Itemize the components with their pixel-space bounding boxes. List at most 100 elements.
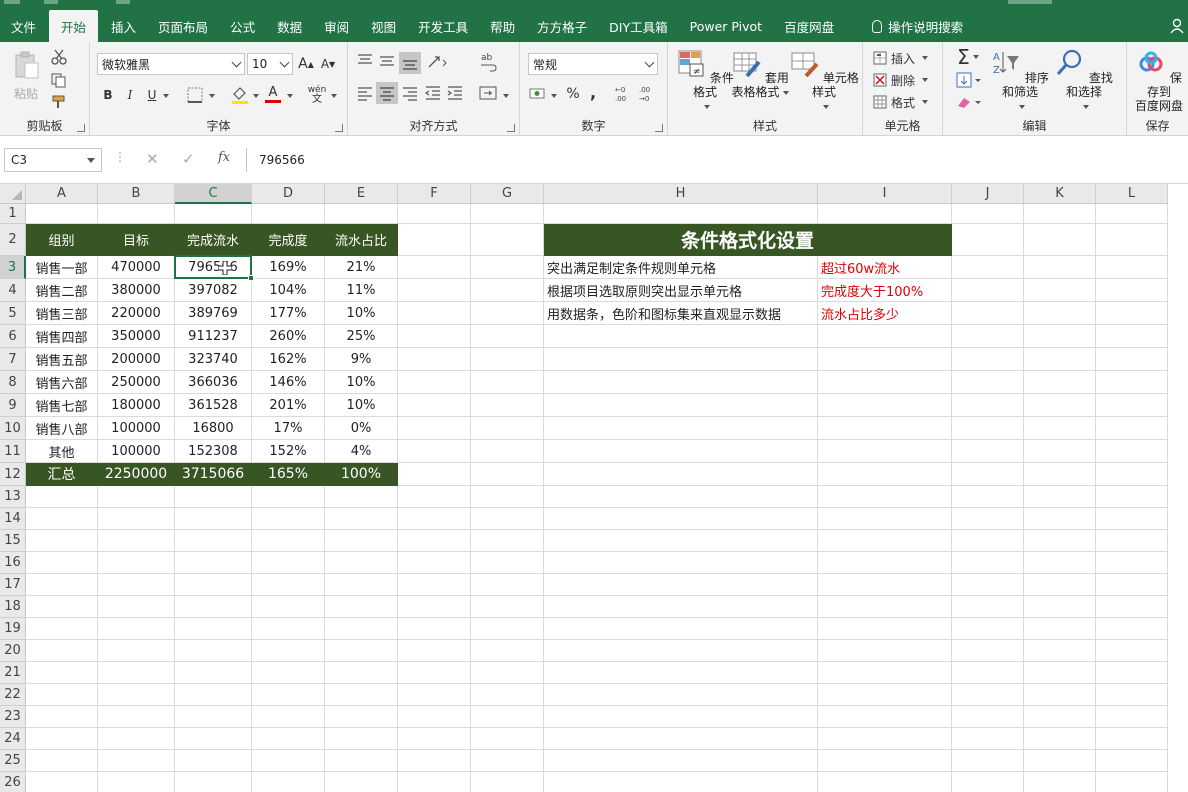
cell[interactable] [952,618,1024,640]
cell[interactable] [818,552,952,574]
tab-1[interactable]: 开始 [49,10,99,42]
table-data-cell[interactable]: 152% [252,440,325,463]
cell[interactable] [1096,463,1168,486]
row-header[interactable]: 17 [0,574,26,596]
cell[interactable] [952,256,1024,279]
cell[interactable] [952,750,1024,772]
table-total-cell[interactable]: 2250000 [98,463,175,486]
cell[interactable] [26,772,98,792]
worksheet-grid[interactable]: A B C D E F G H I J K L 1 2 3 4 5 6 7 8 9 10 11 12 13 14 15 16 17 18 1… [0,184,1188,792]
table-data-cell[interactable]: 104% [252,279,325,302]
cell[interactable] [98,706,175,728]
cell[interactable] [471,684,544,706]
cell[interactable] [1096,302,1168,325]
cell[interactable] [325,728,398,750]
cell[interactable] [544,750,818,772]
cell[interactable] [952,574,1024,596]
table-data-cell[interactable]: 销售四部 [26,325,98,348]
chevron-down-icon[interactable] [209,94,215,98]
cell[interactable] [26,640,98,662]
cell[interactable] [471,552,544,574]
cell[interactable] [1096,224,1168,256]
cell[interactable] [544,618,818,640]
format-painter-icon[interactable] [50,94,68,110]
cell[interactable] [98,530,175,552]
share-user-icon[interactable] [1170,18,1184,34]
cell[interactable] [1096,728,1168,750]
cell[interactable] [98,684,175,706]
formula-bar-grip-icon[interactable]: ⋮ [114,150,126,164]
column-header-k[interactable]: K [1024,184,1096,204]
name-box[interactable]: C3 [4,148,102,172]
cell[interactable] [252,750,325,772]
cell[interactable] [398,486,471,508]
cell[interactable] [1024,279,1096,302]
cell[interactable] [325,772,398,792]
grow-font-button[interactable]: A ▲ [297,55,315,73]
cell[interactable] [1024,574,1096,596]
notes-description[interactable]: 用数据条，色阶和图标集来直观显示数据 [544,302,818,325]
cell[interactable] [98,596,175,618]
insert-button[interactable]: 插入 [873,48,929,68]
increase-decimal-icon[interactable]: ←0.00 [614,84,634,104]
table-data-cell[interactable]: 其他 [26,440,98,463]
cell[interactable] [398,508,471,530]
cell[interactable] [952,371,1024,394]
cell[interactable] [952,486,1024,508]
table-data-cell[interactable]: 177% [252,302,325,325]
cell[interactable] [325,662,398,684]
cell[interactable] [98,728,175,750]
cell[interactable] [175,508,252,530]
cell[interactable] [26,706,98,728]
cell[interactable] [1024,772,1096,792]
cell[interactable] [1024,440,1096,463]
cell[interactable] [98,552,175,574]
cell[interactable] [26,204,98,224]
cell[interactable] [175,772,252,792]
cell[interactable] [952,394,1024,417]
chevron-down-icon[interactable] [253,94,259,98]
number-launcher-icon[interactable] [655,124,663,132]
table-data-cell[interactable]: 100000 [98,440,175,463]
wrap-text-icon[interactable]: ab [478,50,500,72]
decrease-decimal-icon[interactable]: .00→0 [638,84,658,104]
bold-button[interactable]: B [100,86,116,104]
cell[interactable] [252,508,325,530]
cell[interactable] [398,662,471,684]
cell[interactable] [98,662,175,684]
cell[interactable] [98,750,175,772]
cell[interactable] [544,417,818,440]
cell[interactable] [325,596,398,618]
cell[interactable] [1096,417,1168,440]
table-data-cell[interactable]: 销售二部 [26,279,98,302]
table-total-cell[interactable]: 165% [252,463,325,486]
cell[interactable] [471,772,544,792]
row-header[interactable]: 18 [0,596,26,618]
cell[interactable] [325,684,398,706]
table-header-cell[interactable]: 完成度 [252,224,325,256]
cell[interactable] [252,596,325,618]
cell[interactable] [952,348,1024,371]
table-total-cell[interactable]: 3715066 [175,463,252,486]
cell[interactable] [544,728,818,750]
cell[interactable] [818,417,952,440]
row-header[interactable]: 7 [0,348,26,371]
insert-function-button[interactable]: fx [218,150,230,165]
cell[interactable] [1096,662,1168,684]
cell[interactable] [952,224,1024,256]
cell[interactable] [325,750,398,772]
cell[interactable] [1024,371,1096,394]
cell[interactable] [325,508,398,530]
chevron-down-icon[interactable] [287,94,293,98]
orientation-icon[interactable] [426,52,448,70]
cell[interactable] [544,371,818,394]
fill-down-icon[interactable] [955,72,983,88]
cell[interactable] [471,574,544,596]
select-all-corner[interactable] [0,184,26,204]
cell[interactable] [1024,530,1096,552]
tab-9[interactable]: 帮助 [479,10,526,42]
row-header[interactable]: 13 [0,486,26,508]
cell[interactable] [818,371,952,394]
cell[interactable] [471,279,544,302]
cell[interactable] [175,684,252,706]
